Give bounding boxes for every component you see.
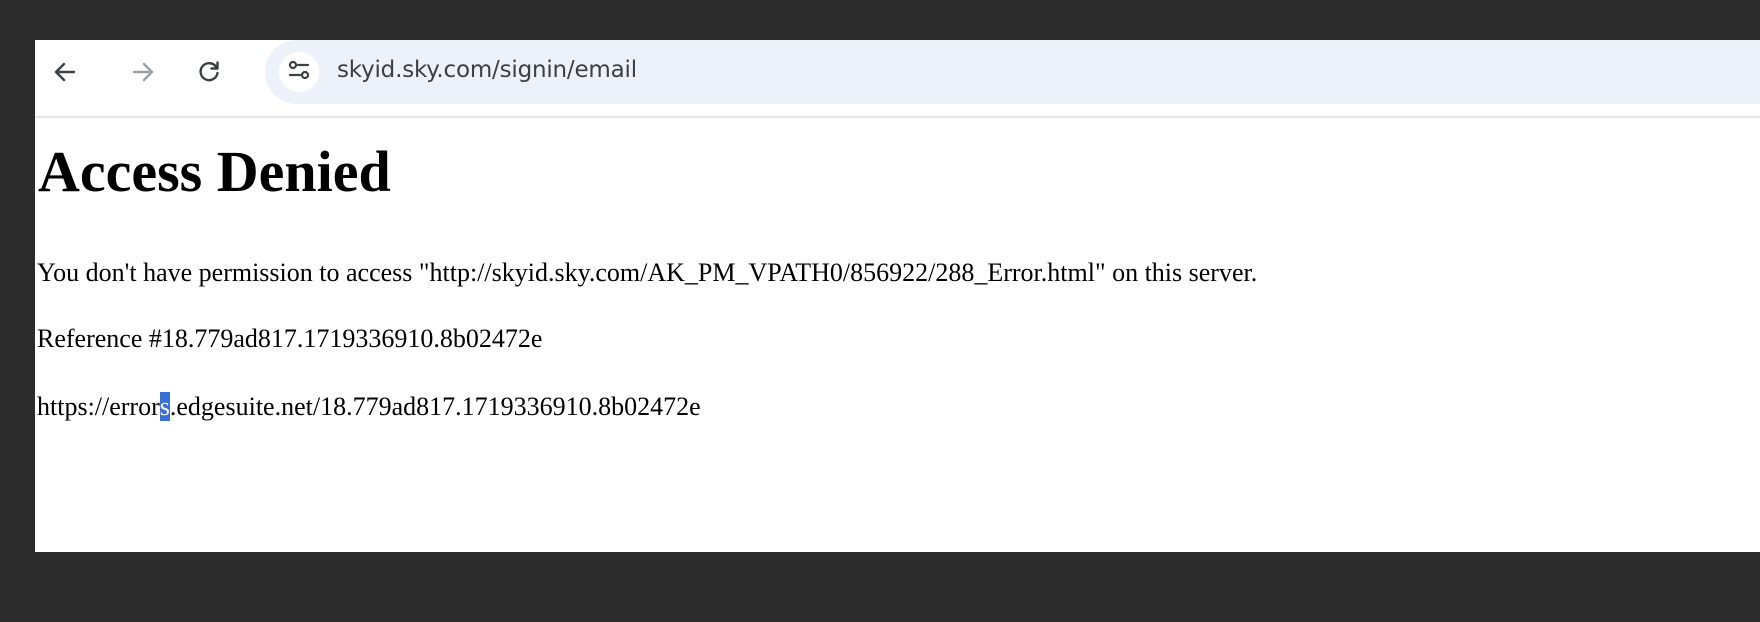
screen-frame: skyid.sky.com/signin/email Access Denied…: [0, 0, 1760, 622]
reference-id: Reference #18.779ad817.1719336910.8b0247…: [37, 324, 543, 353]
text-selection: s: [159, 392, 170, 421]
error-message: You don't have permission to access "htt…: [37, 258, 1258, 287]
page-title: Access Denied: [38, 139, 391, 204]
reload-button[interactable]: [189, 52, 229, 92]
error-link-text-end: .edgesuite.net/18.779ad817.1719336910.8b…: [169, 392, 701, 421]
url-text[interactable]: skyid.sky.com/signin/email: [337, 57, 637, 83]
browser-window: skyid.sky.com/signin/email Access Denied…: [35, 40, 1760, 552]
browser-toolbar: skyid.sky.com/signin/email: [35, 40, 1760, 118]
error-link: https://errors.edgesuite.net/18.779ad817…: [37, 392, 701, 422]
address-bar[interactable]: skyid.sky.com/signin/email: [265, 40, 1760, 104]
error-link-text-start: https://error: [37, 392, 160, 421]
arrow-left-icon: [52, 59, 78, 85]
tune-icon: [286, 57, 312, 88]
forward-button[interactable]: [123, 52, 163, 92]
site-info-button[interactable]: [279, 52, 319, 92]
page-content: Access Denied You don't have permission …: [35, 118, 1760, 552]
back-button[interactable]: [45, 52, 85, 92]
arrow-right-icon: [130, 59, 156, 85]
reload-icon: [196, 59, 222, 85]
